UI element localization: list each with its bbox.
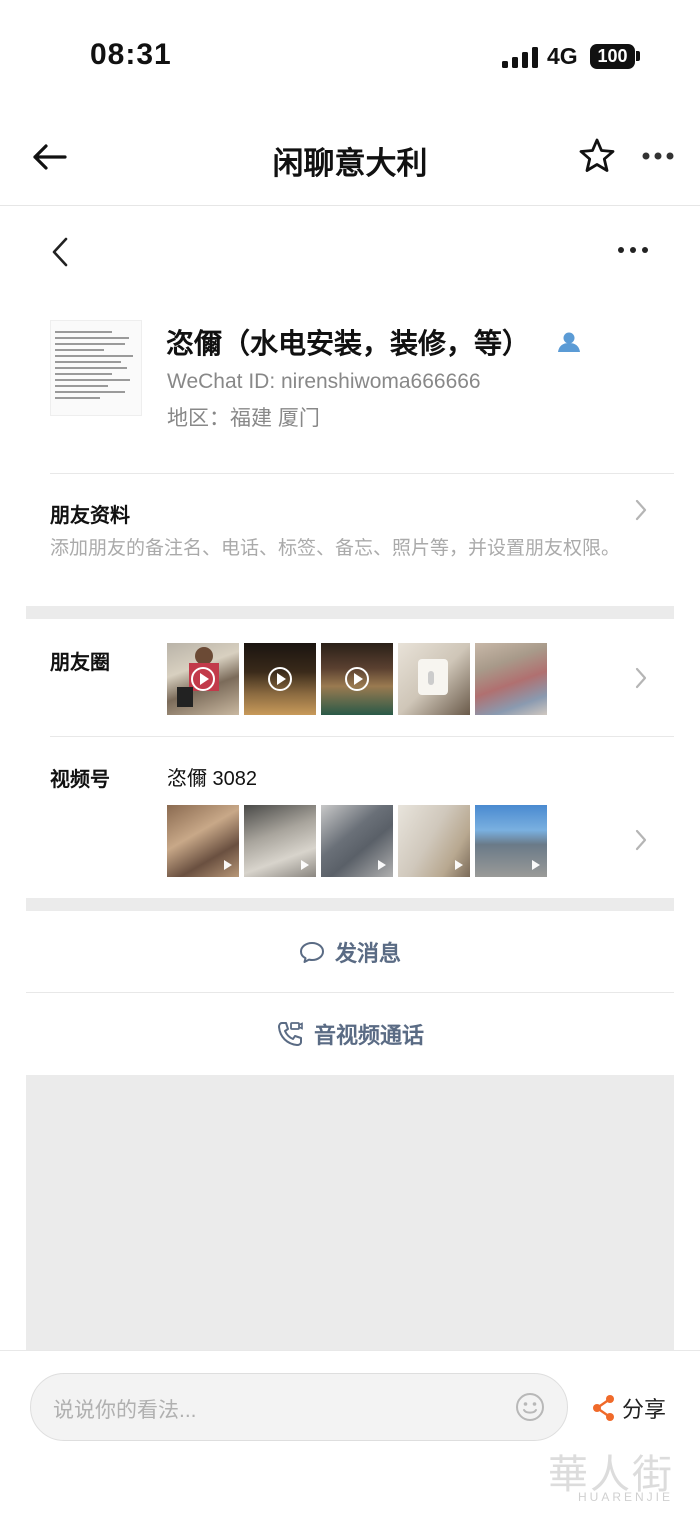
video-call-label: 音视频通话 [313, 1023, 424, 1048]
status-time: 08:31 [90, 38, 172, 71]
battery-icon: 100 [590, 44, 635, 69]
channel-name: 恣儞 3082 [167, 768, 258, 790]
chevron-right-icon [634, 828, 648, 852]
play-icon [224, 860, 232, 870]
channel-video-thumbnail[interactable] [321, 805, 393, 877]
channel-video-thumbnail[interactable] [475, 805, 547, 877]
friend-info-title: 朋友资料 [50, 505, 130, 527]
watermark-latin: HUARENJIE [578, 1490, 674, 1504]
share-icon [593, 1395, 614, 1421]
channel-video-thumbnail[interactable] [167, 805, 239, 877]
person-icon [556, 330, 582, 354]
moment-thumbnail[interactable] [321, 643, 393, 715]
divider [50, 473, 674, 474]
play-icon [268, 667, 292, 691]
profile-name: 恣儞（水电安装，装修，等） [166, 328, 531, 359]
profile-card: 恣儞（水电安装，装修，等） WeChat ID: nirenshiwoma666… [26, 206, 674, 1350]
friend-info-description: 添加朋友的备注名、电话、标签、备忘、照片等，并设置朋友权限。 [50, 538, 621, 559]
comment-placeholder: 说说你的看法... [53, 1399, 197, 1422]
region: 地区：福建 厦门 [167, 407, 320, 430]
empty-area [26, 1075, 674, 1350]
chevron-left-icon[interactable] [46, 234, 76, 270]
share-button[interactable]: 分享 [592, 1391, 666, 1425]
more-icon[interactable] [641, 146, 675, 166]
channels-title: 视频号 [50, 769, 110, 791]
moment-thumbnail[interactable] [398, 643, 470, 715]
play-icon [455, 860, 463, 870]
signal-icon [502, 46, 538, 68]
send-message-button[interactable]: 发消息 [26, 911, 674, 993]
moment-thumbnail[interactable] [167, 643, 239, 715]
avatar[interactable] [50, 320, 142, 416]
play-icon [301, 860, 309, 870]
divider [50, 736, 674, 737]
phone-video-icon [277, 1022, 303, 1046]
emoji-icon[interactable] [515, 1392, 545, 1422]
battery-tip [636, 51, 640, 61]
chevron-right-icon [634, 498, 648, 522]
share-label: 分享 [622, 1397, 667, 1422]
channel-video-thumbnail[interactable] [398, 805, 470, 877]
comment-input[interactable]: 说说你的看法... [30, 1373, 568, 1441]
play-icon [532, 860, 540, 870]
video-call-button[interactable]: 音视频通话 [26, 993, 674, 1075]
section-gap [26, 898, 674, 911]
play-icon [345, 667, 369, 691]
wechat-id: WeChat ID: nirenshiwoma666666 [167, 370, 481, 393]
status-bar: 08:31 4G 100 [0, 0, 700, 110]
moment-thumbnail[interactable] [475, 643, 547, 715]
star-icon[interactable] [578, 137, 616, 175]
more-icon[interactable] [616, 242, 650, 258]
chat-bubble-icon [299, 942, 324, 963]
section-gap [26, 606, 674, 619]
moments-title: 朋友圈 [50, 652, 110, 674]
moment-thumbnail[interactable] [244, 643, 316, 715]
top-nav: 闲聊意大利 [0, 110, 700, 206]
send-message-label: 发消息 [334, 941, 401, 966]
channel-video-thumbnail[interactable] [244, 805, 316, 877]
play-icon [378, 860, 386, 870]
network-type: 4G [547, 43, 578, 69]
play-icon [191, 667, 215, 691]
watermark-logo: 華人街 HUARENJIE [548, 1442, 698, 1510]
chevron-right-icon [634, 666, 648, 690]
